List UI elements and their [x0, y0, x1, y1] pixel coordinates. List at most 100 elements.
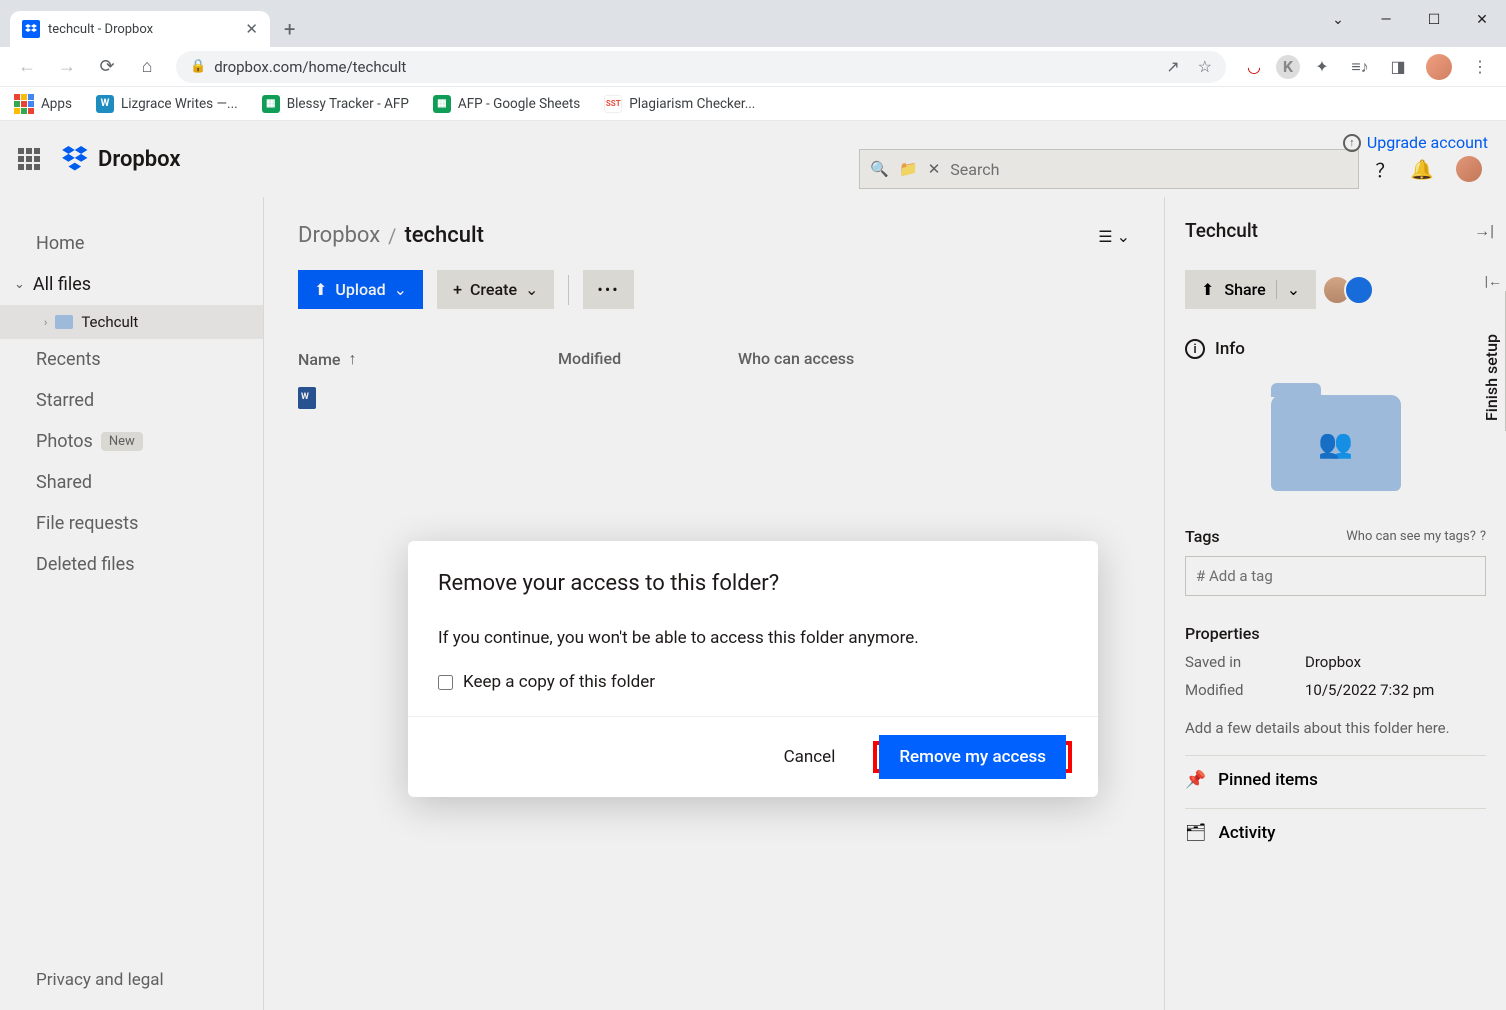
- home-icon[interactable]: ⌂: [130, 50, 164, 84]
- reading-list-icon[interactable]: ≡♪: [1344, 57, 1376, 77]
- extensions-icon[interactable]: ✦: [1306, 57, 1338, 76]
- share-button[interactable]: ⬆ Share ⌄: [1185, 270, 1316, 309]
- breadcrumb-root[interactable]: Dropbox: [298, 223, 380, 248]
- activity-section[interactable]: 🗂 Activity: [1185, 808, 1486, 843]
- collapse-panel-icon[interactable]: →|: [1474, 221, 1494, 241]
- details-panel: Techcult →| ⬆ Share ⌄ i Info 👥: [1164, 197, 1506, 1010]
- sidebar-item-home[interactable]: Home: [0, 223, 263, 264]
- account-avatar[interactable]: [1456, 156, 1482, 182]
- upgrade-icon: ↑: [1343, 134, 1361, 152]
- column-modified[interactable]: Modified: [558, 349, 738, 369]
- privacy-link[interactable]: Privacy and legal: [36, 970, 164, 990]
- upload-icon: ⬆: [314, 280, 327, 299]
- create-button[interactable]: + Create ⌄: [437, 270, 554, 309]
- share-page-icon[interactable]: ↗: [1166, 57, 1179, 76]
- new-badge: New: [101, 432, 143, 451]
- sidebar-item-recents[interactable]: Recents: [0, 339, 263, 380]
- bell-icon[interactable]: 🔔: [1410, 158, 1434, 181]
- mcafee-icon[interactable]: ◡: [1238, 57, 1270, 76]
- profile-letter-icon[interactable]: K: [1276, 55, 1300, 79]
- profile-avatar[interactable]: [1426, 54, 1452, 80]
- dropbox-app: Dropbox ↑ Upgrade account 🔍 📁 ✕ ？ 🔔 Home…: [0, 121, 1506, 1010]
- sidepanel-icon[interactable]: ◨: [1382, 57, 1414, 76]
- column-name[interactable]: Name ↑: [298, 349, 558, 369]
- plus-icon: +: [453, 280, 462, 299]
- bookmark-afp[interactable]: ▦ AFP - Google Sheets: [433, 95, 580, 113]
- remove-access-button[interactable]: Remove my access: [879, 735, 1066, 779]
- dropbox-logo[interactable]: Dropbox: [62, 146, 181, 172]
- minimize-icon[interactable]: —: [1362, 12, 1410, 28]
- browser-chrome: techcult - Dropbox ✕ + ⌄ — ☐ ✕: [0, 0, 1506, 47]
- info-icon: i: [1185, 339, 1205, 359]
- sidebar-item-shared[interactable]: Shared: [0, 462, 263, 503]
- new-tab-button[interactable]: +: [270, 11, 309, 47]
- tag-input[interactable]: [1185, 556, 1486, 596]
- column-access[interactable]: Who can access: [738, 349, 1130, 369]
- tab-title: techcult - Dropbox: [48, 22, 237, 37]
- chevron-down-icon[interactable]: ⌄: [1276, 280, 1300, 299]
- panel-title: Techcult: [1185, 219, 1486, 242]
- chevron-down-icon[interactable]: ⌄: [14, 277, 25, 292]
- app-header: Dropbox ↑ Upgrade account 🔍 📁 ✕ ？ 🔔: [0, 121, 1506, 197]
- close-window-icon[interactable]: ✕: [1458, 12, 1506, 28]
- sidebar-item-starred[interactable]: Starred: [0, 380, 263, 421]
- sidebar-subfolder-techcult[interactable]: › Techcult: [0, 305, 263, 339]
- info-header: i Info: [1185, 339, 1486, 359]
- menu-icon[interactable]: ⋮: [1464, 57, 1496, 76]
- finish-setup-tab[interactable]: Finish setup: [1478, 291, 1506, 431]
- sidebar-item-deleted[interactable]: Deleted files: [0, 544, 263, 585]
- modal-title: Remove your access to this folder?: [438, 571, 1068, 596]
- star-icon[interactable]: ☆: [1198, 57, 1212, 76]
- apps-bookmark[interactable]: Apps: [14, 94, 72, 114]
- bookmark-blessy[interactable]: ▦ Blessy Tracker - AFP: [262, 95, 409, 113]
- bookmark-lizgrace[interactable]: W Lizgrace Writes —...: [96, 95, 238, 113]
- back-icon[interactable]: ←: [10, 50, 44, 84]
- avatar: [1344, 275, 1374, 305]
- cancel-button[interactable]: Cancel: [766, 737, 854, 777]
- upgrade-link[interactable]: ↑ Upgrade account: [1343, 133, 1488, 152]
- help-icon: ?: [1480, 529, 1486, 544]
- bookmarks-bar: Apps W Lizgrace Writes —... ▦ Blessy Tra…: [0, 87, 1506, 121]
- view-toggle[interactable]: ☰⌄: [1098, 227, 1130, 246]
- property-row: Modified 10/5/2022 7:32 pm: [1185, 681, 1486, 699]
- expand-finish-icon[interactable]: |←: [1485, 273, 1502, 290]
- wordpress-icon: W: [96, 95, 114, 113]
- search-input[interactable]: [950, 160, 1348, 179]
- tags-help-link[interactable]: Who can see my tags? ?: [1346, 529, 1486, 544]
- checkbox-input[interactable]: [438, 675, 453, 690]
- shared-avatars[interactable]: [1330, 275, 1374, 305]
- folder-filter-icon[interactable]: 📁: [899, 160, 918, 178]
- sidebar-item-photos[interactable]: Photos New: [0, 421, 263, 462]
- details-hint[interactable]: Add a few details about this folder here…: [1185, 719, 1486, 737]
- browser-tab[interactable]: techcult - Dropbox ✕: [10, 11, 270, 47]
- chevron-down-icon[interactable]: ⌄: [1314, 12, 1362, 28]
- remove-access-modal: Remove your access to this folder? If yo…: [408, 541, 1098, 797]
- clear-icon[interactable]: ✕: [928, 160, 941, 178]
- file-row[interactable]: [298, 387, 1130, 409]
- chevron-down-icon: ⌄: [394, 280, 407, 299]
- sidebar-item-allfiles[interactable]: ⌄All files: [0, 264, 263, 305]
- chevron-right-icon[interactable]: ›: [44, 316, 47, 329]
- close-icon[interactable]: ✕: [245, 20, 258, 38]
- search-bar[interactable]: 🔍 📁 ✕: [859, 149, 1359, 189]
- more-button[interactable]: •••: [583, 270, 633, 309]
- sidebar-item-filerequests[interactable]: File requests: [0, 503, 263, 544]
- apps-icon: [14, 94, 34, 114]
- search-icon: 🔍: [870, 160, 889, 178]
- maximize-icon[interactable]: ☐: [1410, 12, 1458, 28]
- tags-header: Tags: [1185, 527, 1220, 546]
- keep-copy-checkbox[interactable]: Keep a copy of this folder: [438, 672, 1068, 692]
- grid-menu-icon[interactable]: [18, 148, 40, 170]
- reload-icon[interactable]: ⟳: [90, 50, 124, 84]
- sheets-icon: ▦: [433, 95, 451, 113]
- address-bar[interactable]: 🔒 dropbox.com/home/techcult ↗ ☆: [176, 51, 1226, 83]
- pin-icon: 📌: [1185, 770, 1206, 790]
- bookmark-plagiarism[interactable]: SST Plagiarism Checker...: [604, 95, 755, 113]
- window-controls: ⌄ — ☐ ✕: [1314, 0, 1506, 40]
- forward-icon[interactable]: →: [50, 50, 84, 84]
- folder-icon: [55, 315, 73, 329]
- help-icon[interactable]: ？: [1375, 156, 1394, 183]
- sst-icon: SST: [604, 95, 622, 113]
- upload-button[interactable]: ⬆ Upload ⌄: [298, 270, 423, 309]
- pinned-items-section[interactable]: 📌 Pinned items: [1185, 755, 1486, 790]
